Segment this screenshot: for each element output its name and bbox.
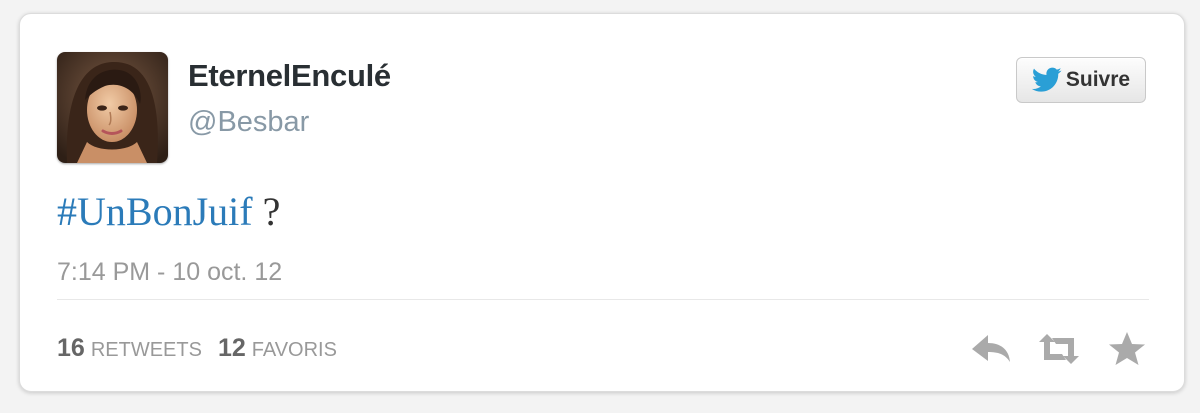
follow-button-label: Suivre xyxy=(1065,68,1131,91)
avatar-image xyxy=(57,52,168,163)
retweets-label: RETWEETS xyxy=(90,339,202,361)
hashtag-link[interactable]: #UnBonJuif xyxy=(57,189,253,234)
twitter-bird-icon xyxy=(1031,67,1062,93)
favorites-label: FAVORIS xyxy=(251,339,337,361)
reply-icon[interactable] xyxy=(970,330,1012,368)
tweet-stats: 16 RETWEETS 12 FAVORIS xyxy=(57,334,337,363)
tweet-actions xyxy=(970,330,1148,368)
divider xyxy=(57,299,1149,300)
retweet-icon[interactable] xyxy=(1038,330,1080,368)
tweet-text: #UnBonJuif ? xyxy=(57,188,280,235)
tweet-card: EternelEnculé @Besbar Suivre #UnBonJuif … xyxy=(19,13,1185,392)
retweets-stat[interactable]: 16 RETWEETS xyxy=(57,334,202,363)
follow-button[interactable]: Suivre xyxy=(1016,57,1146,103)
favorites-stat[interactable]: 12 FAVORIS xyxy=(218,334,337,363)
tweet-timestamp[interactable]: 7:14 PM - 10 oct. 12 xyxy=(57,258,282,287)
screen-name[interactable]: @Besbar xyxy=(188,106,309,139)
retweets-count: 16 xyxy=(57,334,85,362)
favorites-count: 12 xyxy=(217,334,246,362)
display-name[interactable]: EternelEnculé xyxy=(188,58,391,94)
tweet-text-suffix: ? xyxy=(252,189,281,234)
star-icon[interactable] xyxy=(1106,330,1148,368)
avatar[interactable] xyxy=(57,52,168,163)
